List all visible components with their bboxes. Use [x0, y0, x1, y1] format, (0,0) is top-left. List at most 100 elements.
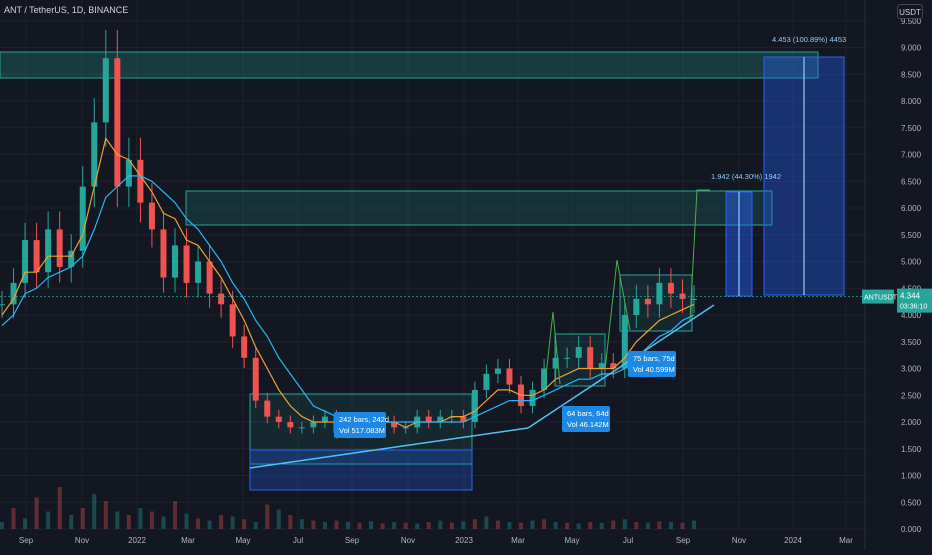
- candle-body: [644, 298, 651, 305]
- volume-bar: [426, 522, 431, 529]
- candle-body: [229, 304, 236, 337]
- range-box-3: [619, 274, 693, 332]
- candle-body: [656, 282, 663, 305]
- volume-bar: [392, 522, 397, 529]
- x-tick-label: Jul: [293, 536, 303, 545]
- volume-bar: [69, 515, 74, 529]
- x-tick-label: Nov: [732, 536, 746, 545]
- y-tick-label: 1.000: [901, 472, 922, 481]
- price-chart[interactable]: 9.5009.0008.5008.0007.5007.0006.5006.000…: [0, 0, 932, 550]
- y-tick-label: 7.000: [901, 151, 922, 160]
- volume-bar: [449, 522, 454, 529]
- candle-body: [125, 159, 132, 187]
- volume-bar: [265, 504, 270, 529]
- candle-body: [172, 245, 178, 278]
- y-tick-label: 2.500: [901, 391, 922, 400]
- volume-bar: [0, 522, 4, 529]
- candle-body: [598, 363, 605, 369]
- measure-2-label: 64 bars, 64d: [567, 409, 609, 418]
- y-tick-label: 6.500: [901, 177, 922, 186]
- candle-body: [206, 261, 213, 294]
- y-tick-label: 5.000: [901, 258, 922, 267]
- volume-bar: [657, 521, 662, 529]
- supply-zone-top: [0, 51, 819, 79]
- volume-bar: [484, 516, 489, 529]
- volume-bar: [438, 520, 443, 529]
- volume-bar: [161, 516, 166, 529]
- volume-bar: [565, 522, 570, 529]
- volume-bar: [599, 522, 604, 529]
- measure-1-label: 242 bars, 242d: [339, 415, 389, 424]
- volume-bar: [357, 522, 362, 529]
- volume-bar: [530, 520, 535, 529]
- y-tick-label: 0.000: [901, 525, 922, 534]
- candle-body: [275, 416, 282, 422]
- candle-body: [160, 229, 167, 278]
- volume-bar: [92, 494, 97, 529]
- volume-bar: [276, 509, 281, 529]
- candle-body: [114, 58, 121, 187]
- price-countdown: 03:36:10: [900, 304, 927, 311]
- date-range-1: [249, 449, 473, 491]
- volume-bar: [11, 508, 16, 529]
- volume-bar: [507, 522, 512, 529]
- currency-button[interactable]: USDT: [897, 4, 923, 19]
- candle-body: [218, 293, 225, 305]
- x-tick-label: May: [235, 536, 250, 545]
- volume-bar: [403, 522, 408, 529]
- x-tick-label: Mar: [511, 536, 525, 545]
- candle-body: [264, 400, 271, 417]
- volume-bar: [299, 519, 304, 529]
- x-tick-label: Jul: [623, 536, 633, 545]
- y-tick-label: 8.500: [901, 70, 922, 79]
- volume-bar: [103, 501, 108, 529]
- volume-bar: [369, 521, 374, 529]
- candle-body: [425, 416, 432, 422]
- volume-bar: [34, 497, 39, 529]
- x-tick-label: Sep: [676, 536, 691, 545]
- candle-body: [529, 389, 536, 406]
- range-box-2: [554, 333, 606, 387]
- candle-body: [137, 159, 144, 203]
- volume-bar: [334, 520, 339, 529]
- candle-body: [483, 373, 490, 390]
- candle-body: [287, 422, 294, 428]
- volume-bar: [322, 522, 327, 529]
- x-tick-label: Nov: [401, 536, 415, 545]
- measure-1-volume: Vol 517.083M: [339, 426, 385, 435]
- volume-bar: [184, 513, 189, 529]
- volume-bar: [692, 520, 696, 529]
- x-tick-label: Mar: [181, 536, 195, 545]
- volume-bar: [519, 522, 523, 529]
- volume-bar: [576, 523, 581, 529]
- candle-body: [183, 245, 190, 283]
- volume-bar: [311, 520, 316, 529]
- y-tick-label: 1.500: [901, 445, 922, 454]
- x-tick-label: Nov: [75, 536, 89, 545]
- x-tick-label: 2022: [128, 536, 146, 545]
- candle-body: [241, 336, 248, 358]
- chart-stage: ANT / TetherUS, 1D, BINANCE USDT 9.500 9.…: [0, 0, 932, 550]
- candle-body: [575, 347, 582, 358]
- volume-bar: [622, 519, 627, 529]
- y-tick-label: 2.000: [901, 418, 922, 427]
- x-tick-label: Sep: [19, 536, 34, 545]
- volume-bar: [588, 522, 593, 529]
- candle-body: [148, 202, 155, 230]
- volume-bar: [553, 522, 558, 529]
- target-2-label: 4.453 (100.89%) 4453: [772, 35, 846, 44]
- candle-body: [691, 298, 697, 300]
- volume-bar: [173, 501, 177, 529]
- y-tick-label: 3.000: [901, 365, 922, 374]
- candle-body: [33, 240, 40, 273]
- volume-bar: [219, 515, 224, 529]
- candle-body: [298, 427, 305, 429]
- measure-3-volume: Vol 40.599M: [633, 365, 675, 374]
- volume-bar: [380, 523, 385, 529]
- candle-body: [102, 58, 109, 123]
- volume-bar: [230, 516, 235, 529]
- volume-bar: [80, 508, 85, 529]
- volume-bar: [253, 522, 258, 529]
- y-tick-label: 5.500: [901, 231, 922, 240]
- x-tick-label: 2023: [455, 536, 473, 545]
